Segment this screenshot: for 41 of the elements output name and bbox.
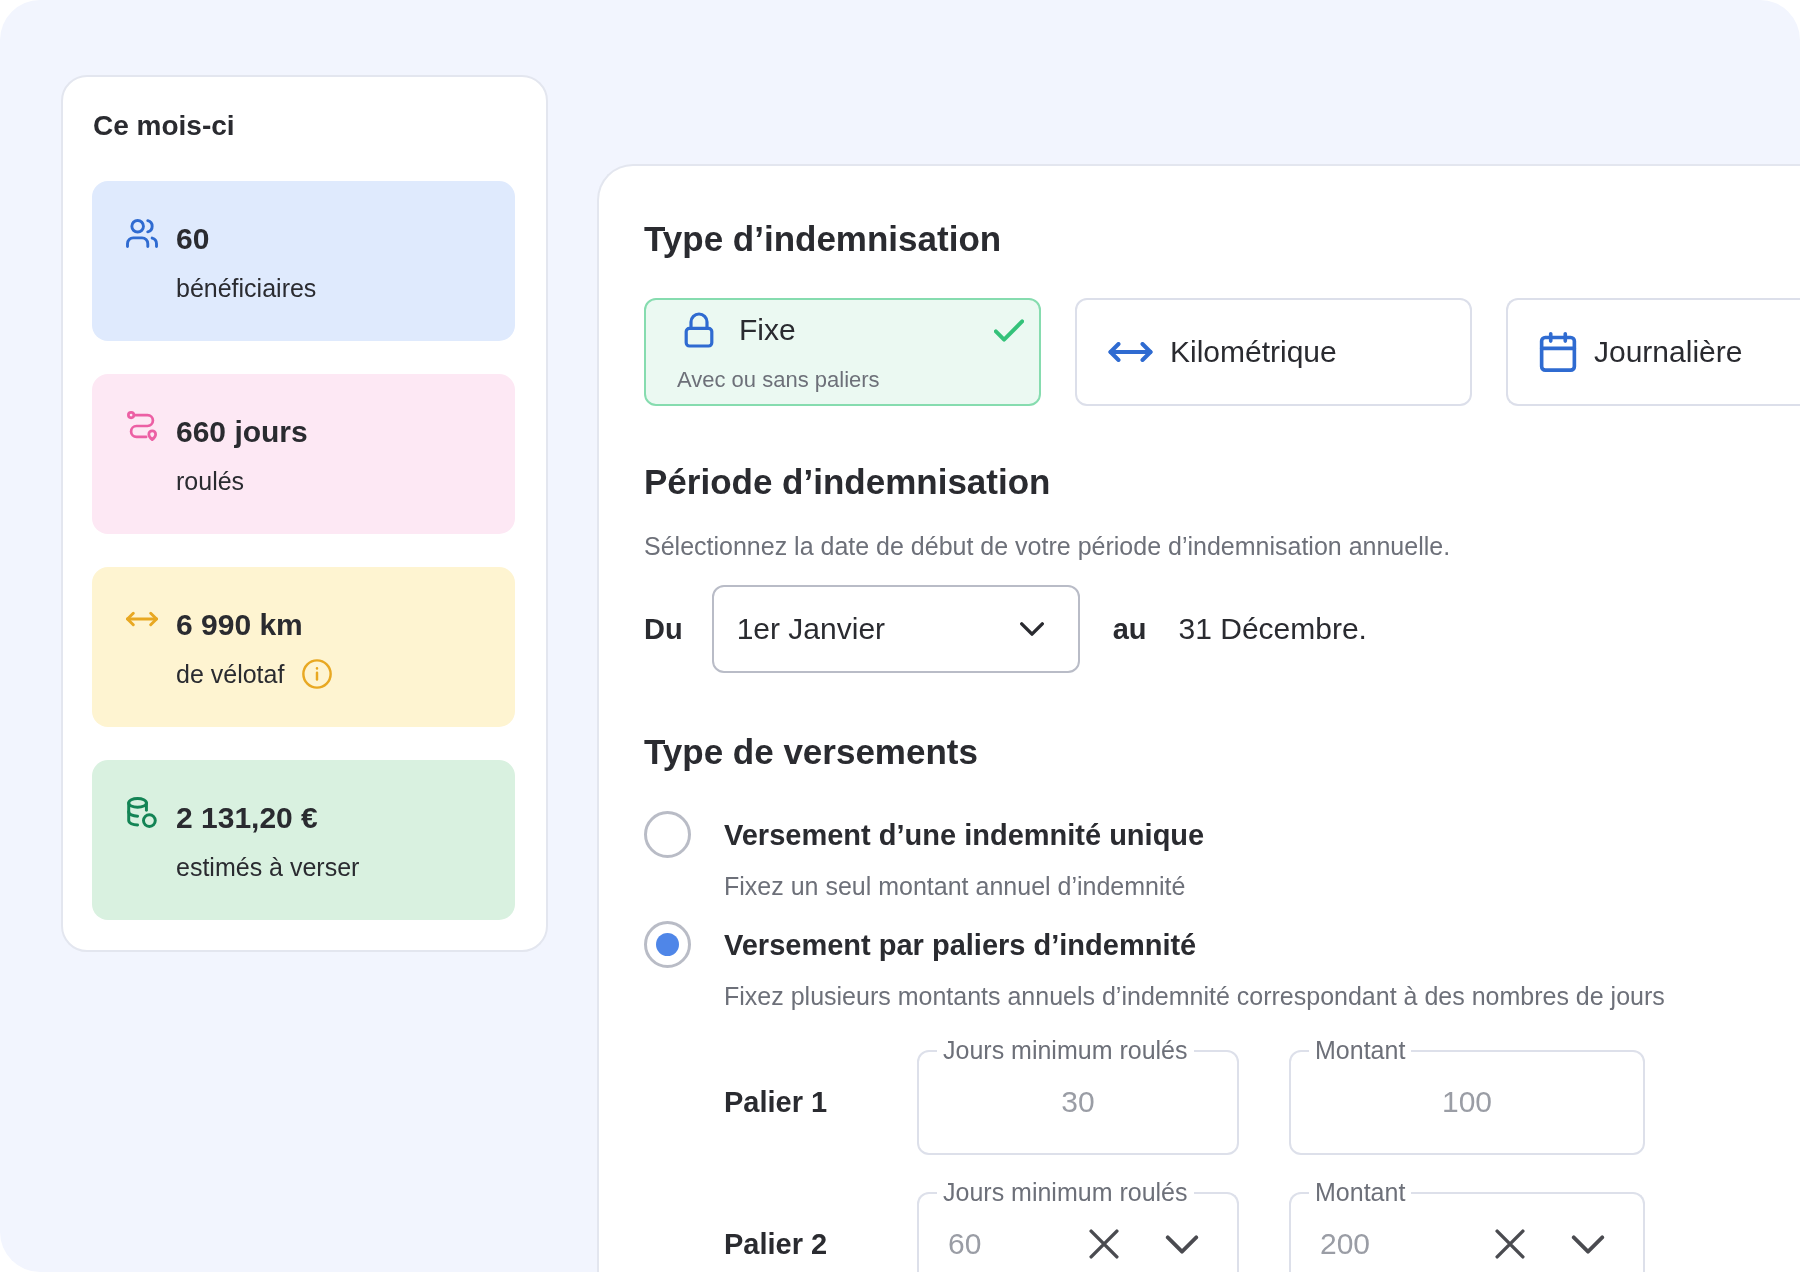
option-card[interactable]: Journalière xyxy=(1506,298,1800,406)
tier-label: Palier 2 xyxy=(724,1227,829,1262)
start-date-select[interactable]: 1er Janvier xyxy=(711,585,1080,673)
close-icon[interactable] xyxy=(1089,1229,1119,1259)
close-icon[interactable] xyxy=(1495,1229,1525,1259)
from-label: Du xyxy=(644,612,683,647)
stat-value: 660 jours xyxy=(176,414,308,450)
option-description: Fixez plusieurs montants annuels d’indemnité correspondant à des nombres de jours xyxy=(724,981,1666,1012)
option-card[interactable]: Fixe Avec ou sans paliers xyxy=(644,298,1041,406)
stat-value: 60 xyxy=(176,221,211,257)
radio-button[interactable] xyxy=(644,811,691,858)
double-arrow-icon xyxy=(1108,342,1153,362)
section-heading: Période d’indemnisation xyxy=(644,461,1052,503)
radio-button[interactable] xyxy=(644,921,691,968)
section-heading: Type de versements xyxy=(644,731,979,773)
people-icon xyxy=(126,218,158,248)
radio-label[interactable]: Versement par paliers d’indemnité xyxy=(724,926,1197,963)
stat-label: estimés à verser xyxy=(176,852,360,882)
stat-value: 6 990 km xyxy=(176,607,304,643)
double-arrow-icon xyxy=(126,611,158,627)
check-icon xyxy=(994,318,1024,342)
option-description: Fixez un seul montant annuel d’indemnité xyxy=(724,871,1187,902)
stat-value: 2 131,20 € xyxy=(176,800,319,836)
to-label: au xyxy=(1112,612,1147,647)
radio-label[interactable]: Versement d’une indemnité unique xyxy=(724,816,1205,853)
lock-icon xyxy=(683,312,715,348)
summary-title: Ce mois-ci xyxy=(93,109,236,143)
option-card[interactable]: Kilométrique xyxy=(1075,298,1472,406)
route-icon xyxy=(127,411,157,441)
end-date-text: 31 Décembre. xyxy=(1178,611,1367,647)
stat-label: bénéficiaires xyxy=(176,273,317,303)
chevron-down-icon[interactable] xyxy=(1165,1235,1199,1254)
chevron-down-icon xyxy=(1019,622,1044,636)
calendar-icon xyxy=(1539,332,1577,372)
section-heading: Type d’indemnisation xyxy=(644,218,1003,260)
chevron-down-icon[interactable] xyxy=(1571,1235,1605,1254)
coins-icon xyxy=(127,796,157,828)
tier-label: Palier 1 xyxy=(724,1085,829,1120)
stat-label: de vélotaf xyxy=(176,659,285,689)
stat-label: roulés xyxy=(176,466,245,496)
section-description: Sélectionnez la date de début de votre période d’indemnisation annuelle. xyxy=(644,531,1452,562)
